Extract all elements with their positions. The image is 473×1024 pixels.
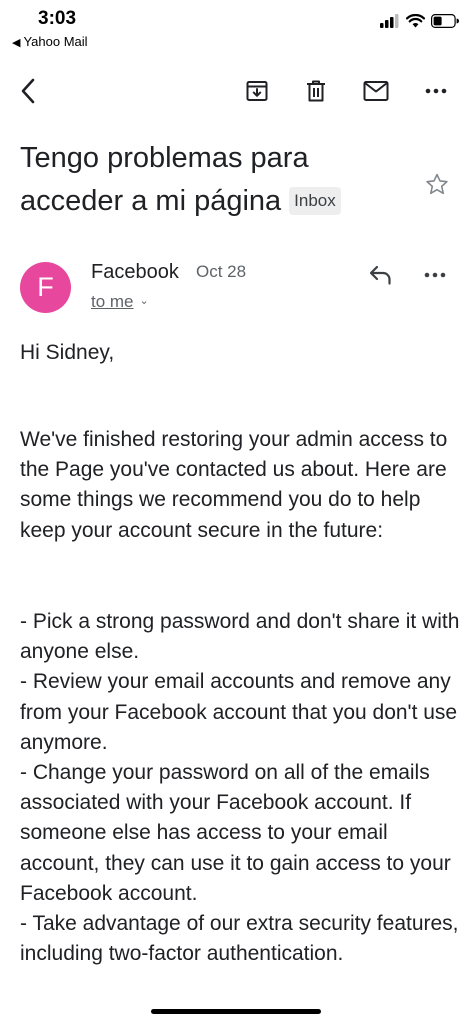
more-horizontal-icon xyxy=(424,272,446,278)
back-to-app-link[interactable]: ◀ Yahoo Mail xyxy=(12,34,88,49)
email-date: Oct 28 xyxy=(196,262,247,281)
bullet-item: - Take advantage of our extra security f… xyxy=(20,912,459,966)
archive-button[interactable] xyxy=(240,74,274,108)
mark-unread-button[interactable] xyxy=(359,74,393,108)
archive-icon xyxy=(246,81,268,101)
back-triangle-icon: ◀ xyxy=(12,37,21,49)
battery-icon xyxy=(431,14,459,28)
sender-avatar[interactable]: F xyxy=(20,262,71,313)
inbox-label-badge[interactable]: Inbox xyxy=(289,187,341,215)
recipient-details-toggle[interactable]: to me ⌄ xyxy=(91,292,149,312)
wifi-icon xyxy=(406,14,425,28)
mail-icon xyxy=(363,81,389,101)
status-icons xyxy=(380,14,459,28)
message-more-button[interactable] xyxy=(424,264,454,292)
back-app-label: Yahoo Mail xyxy=(23,34,88,49)
reply-button[interactable] xyxy=(368,264,398,292)
status-bar: 3:03 ◀ Yahoo Mail xyxy=(0,0,473,56)
trash-icon xyxy=(307,80,325,102)
more-horizontal-icon xyxy=(425,88,447,94)
home-indicator[interactable] xyxy=(151,1009,321,1014)
chevron-left-icon xyxy=(21,78,35,104)
subject-text: Tengo problemas para acceder a mi página xyxy=(20,142,309,217)
cellular-signal-icon xyxy=(380,14,399,28)
email-paragraph: We've finished restoring your admin acce… xyxy=(20,428,448,542)
email-subject: Tengo problemas para acceder a mi página… xyxy=(20,137,400,223)
more-options-button[interactable] xyxy=(419,74,453,108)
star-button[interactable] xyxy=(424,172,450,202)
back-button[interactable] xyxy=(11,74,45,108)
delete-button[interactable] xyxy=(299,74,333,108)
bullet-item: - Review your email accounts and remove … xyxy=(20,670,458,754)
email-greeting: Hi Sidney, xyxy=(20,341,115,364)
toolbar xyxy=(0,66,473,116)
chevron-down-icon: ⌄ xyxy=(139,295,149,307)
email-bullet-list: - Pick a strong password and don't share… xyxy=(20,607,460,969)
bullet-item: - Change your password on all of the ema… xyxy=(20,761,451,905)
recipient-label: to me xyxy=(91,292,134,311)
status-time: 3:03 xyxy=(38,8,77,29)
bullet-item: - Pick a strong password and don't share… xyxy=(20,610,460,664)
sender-name[interactable]: Facebook xyxy=(91,261,179,284)
reply-icon xyxy=(369,265,391,285)
star-outline-icon xyxy=(426,173,448,195)
